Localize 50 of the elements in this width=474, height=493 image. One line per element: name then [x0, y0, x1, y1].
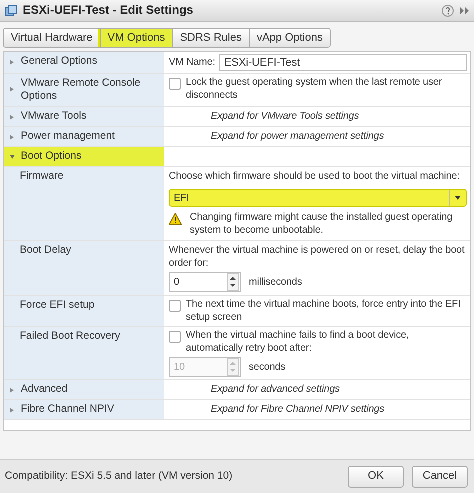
- collapsed-arrow-icon[interactable]: [10, 388, 15, 393]
- option-label: Boot Delay: [4, 241, 164, 295]
- firmware-dropdown[interactable]: EFI: [169, 189, 467, 207]
- hint-text: Expand for advanced settings: [210, 383, 341, 397]
- collapsed-arrow-icon[interactable]: [10, 87, 15, 92]
- section-header[interactable]: Boot Options: [4, 147, 164, 166]
- double-arrow-icon[interactable]: [460, 6, 469, 14]
- tab[interactable]: vApp Options: [248, 29, 330, 47]
- number-field[interactable]: 0: [169, 272, 241, 292]
- compatibility-text: Compatibility: ESXi 5.5 and later (VM version 10): [5, 470, 233, 483]
- window-title: ESXi-UEFI-Test - Edit Settings: [23, 4, 194, 17]
- option-label: Force EFI setup: [4, 296, 164, 326]
- hint-text: Expand for Fibre Channel NPIV settings: [210, 403, 386, 417]
- tab[interactable]: SDRS Rules: [172, 29, 249, 47]
- checkbox[interactable]: [169, 78, 181, 90]
- tab[interactable]: Virtual Hardware: [4, 29, 100, 47]
- collapsed-arrow-icon[interactable]: [10, 408, 15, 413]
- collapsed-arrow-icon[interactable]: [10, 115, 15, 120]
- vm-icon: [5, 4, 17, 16]
- section-header[interactable]: VMware Tools: [4, 107, 164, 126]
- unit-label: seconds: [249, 360, 286, 374]
- field-label: VM Name:: [169, 56, 216, 69]
- warning-text: Changing firmware might cause the installed guest operating system to become unbootable.: [190, 211, 454, 237]
- expanded-arrow-icon[interactable]: [10, 155, 15, 160]
- dialog-button[interactable]: OK: [348, 466, 404, 488]
- section-header[interactable]: VMware Remote Console Options: [4, 74, 164, 106]
- hint-text: Expand for power management settings: [210, 130, 386, 144]
- warning-icon: [169, 213, 182, 225]
- description-text: Whenever the virtual machine is powered on or reset, delay the boot order for:: [169, 244, 466, 270]
- section-header[interactable]: General Options: [4, 52, 164, 73]
- option-label: Firmware: [4, 167, 164, 240]
- checkbox-label: Lock the guest operating system when the last remote user disconnects: [186, 76, 444, 102]
- tab[interactable]: VM Options: [100, 29, 172, 47]
- hint-text: Expand for VMware Tools settings: [210, 110, 360, 124]
- collapsed-arrow-icon[interactable]: [10, 60, 15, 65]
- option-label: Failed Boot Recovery: [4, 327, 164, 379]
- section-header[interactable]: Power management: [4, 127, 164, 146]
- section-header[interactable]: Advanced: [4, 380, 164, 399]
- section-header[interactable]: Fibre Channel NPIV: [4, 400, 164, 419]
- checkbox-label: When the virtual machine fails to find a boot device, automatically retry boot after:: [186, 329, 410, 355]
- stepper-icon[interactable]: [227, 273, 239, 291]
- help-icon[interactable]: [442, 4, 454, 16]
- input-field[interactable]: ESXi-UEFI-Test: [219, 54, 467, 71]
- prompt-text: Choose which firmware should be used to boot the virtual machine:: [169, 170, 461, 183]
- caret-icon: [455, 196, 461, 200]
- dialog-button[interactable]: Cancel: [412, 466, 468, 488]
- checkbox-label: The next time the virtual machine boots, force entry into the EFI setup screen: [186, 298, 462, 324]
- collapsed-arrow-icon[interactable]: [10, 135, 15, 140]
- unit-label: milliseconds: [249, 276, 302, 288]
- checkbox[interactable]: [169, 300, 181, 312]
